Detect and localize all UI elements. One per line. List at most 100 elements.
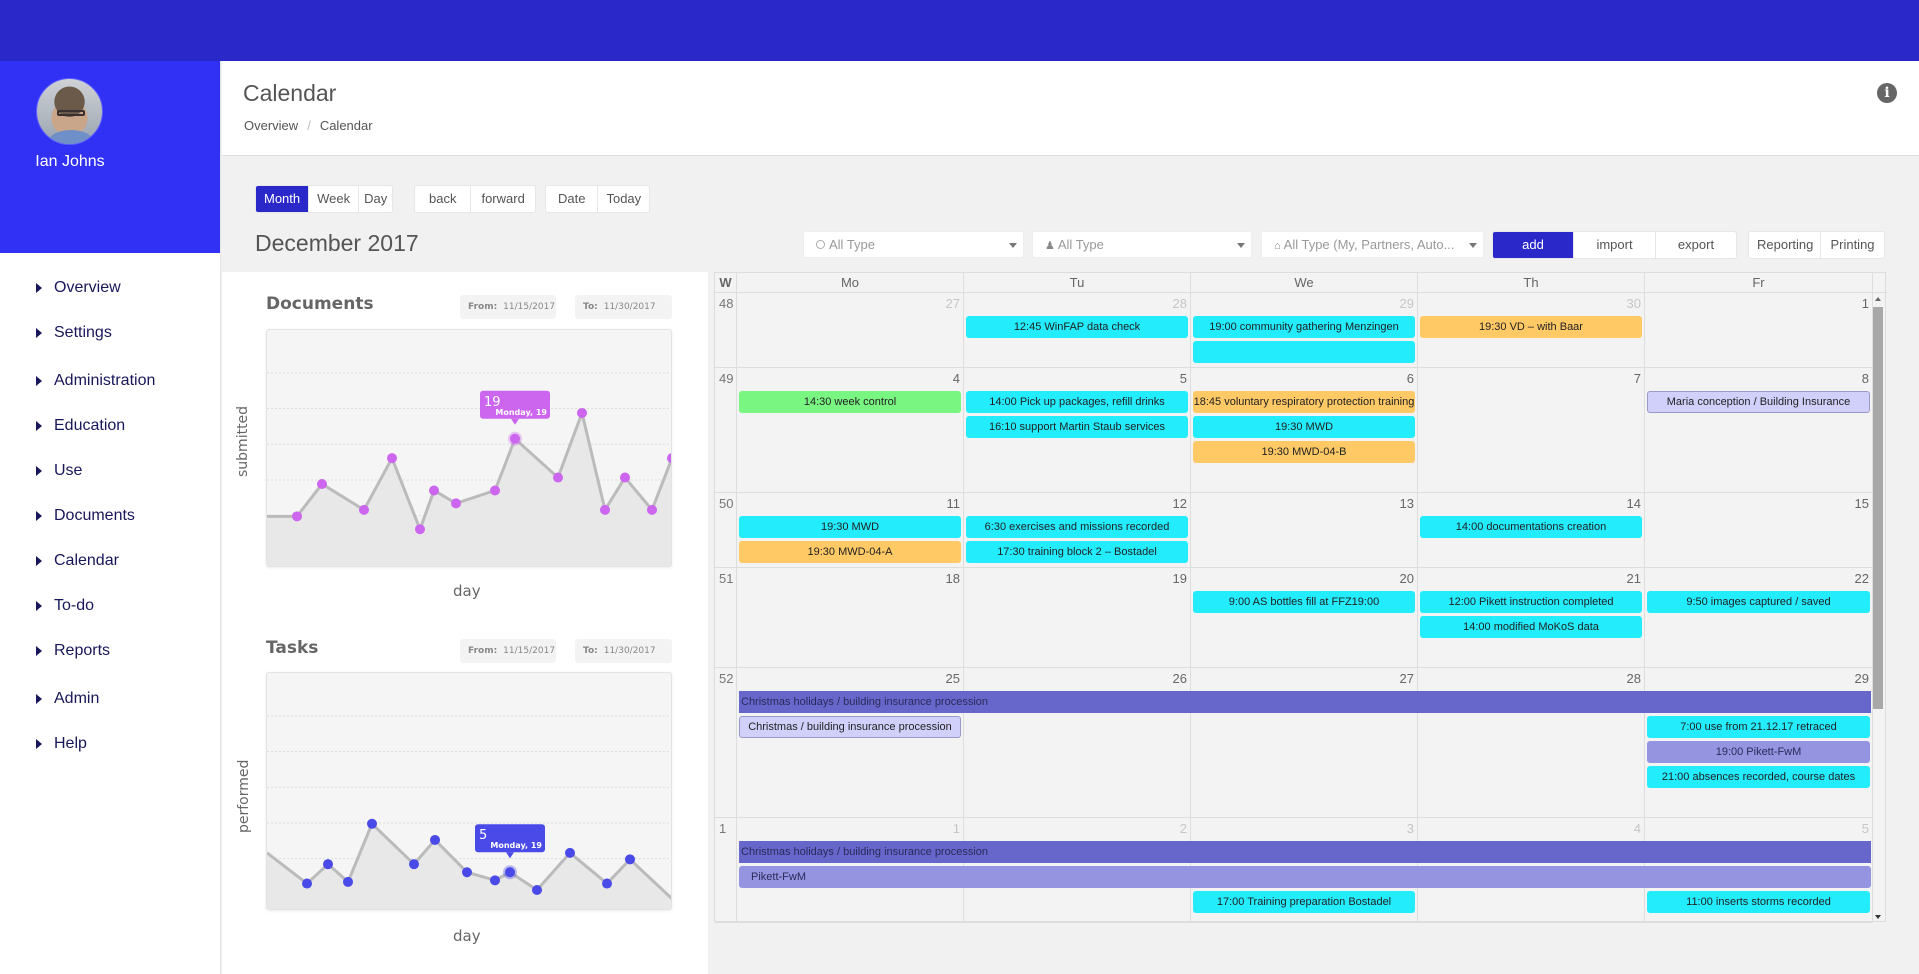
day-cell[interactable]: 19 xyxy=(964,568,1191,667)
calendar-event[interactable]: 19:30 MWD xyxy=(739,516,961,538)
data-point[interactable] xyxy=(343,876,353,887)
calendar-event[interactable]: 17:00 Training preparation Bostadel xyxy=(1193,891,1415,913)
day-cell[interactable]: 15 xyxy=(1645,493,1873,567)
calendar-event[interactable] xyxy=(1193,341,1415,363)
data-point[interactable] xyxy=(600,504,610,515)
data-point[interactable] xyxy=(462,867,472,878)
calendar-event[interactable]: Christmas holidays / building insurance … xyxy=(739,691,1871,713)
day-cell[interactable]: 13 xyxy=(1191,493,1418,567)
from-date-field[interactable]: From: 11/15/2017 xyxy=(460,639,556,663)
sidebar-item-calendar[interactable]: Calendar xyxy=(0,538,220,583)
calendar-event[interactable]: 9:50 images captured / saved xyxy=(1647,591,1870,613)
day-cell[interactable]: 18 xyxy=(737,568,964,667)
import-button[interactable]: import xyxy=(1574,232,1656,258)
sidebar-item-documents[interactable]: Documents xyxy=(0,493,220,538)
day-cell[interactable]: 4 xyxy=(737,368,964,492)
day-cell[interactable]: 27 xyxy=(737,293,964,367)
calendar-event[interactable]: 19:30 MWD xyxy=(1193,416,1415,438)
type-filter-2[interactable]: ♟ All Type xyxy=(1032,231,1252,258)
day-view-button[interactable]: Day xyxy=(359,186,392,212)
type-filter-1[interactable]: All Type xyxy=(803,231,1024,258)
data-point[interactable] xyxy=(620,472,630,483)
data-point[interactable] xyxy=(553,472,563,483)
calendar-event[interactable]: 16:10 support Martin Staub services xyxy=(966,416,1188,438)
data-point[interactable] xyxy=(667,453,672,464)
data-point[interactable] xyxy=(317,479,327,490)
printing-button[interactable]: Printing xyxy=(1821,232,1884,258)
date-button[interactable]: Date xyxy=(546,186,599,212)
calendar-event[interactable]: 18:45 voluntary respiratory protection t… xyxy=(1193,391,1415,413)
calendar-event[interactable]: 19:30 VD – with Baar xyxy=(1420,316,1642,338)
calendar-event[interactable]: 14:00 Pick up packages, refill drinks xyxy=(966,391,1188,413)
avatar[interactable] xyxy=(36,78,103,145)
month-view-button[interactable]: Month xyxy=(256,186,310,212)
data-point[interactable] xyxy=(302,878,312,889)
week-view-button[interactable]: Week xyxy=(309,186,360,212)
data-point[interactable] xyxy=(430,834,440,845)
data-point[interactable] xyxy=(429,485,439,496)
calendar-event[interactable]: 9:00 AS bottles fill at FFZ19:00 xyxy=(1193,591,1415,613)
from-date-field[interactable]: From: 11/15/2017 xyxy=(460,295,556,319)
data-point[interactable] xyxy=(415,524,425,535)
sidebar-item-admin[interactable]: Admin xyxy=(0,676,220,721)
export-button[interactable]: export xyxy=(1656,232,1736,258)
breadcrumb-overview[interactable]: Overview xyxy=(244,118,298,133)
data-point[interactable] xyxy=(323,859,333,870)
calendar-event[interactable]: 17:30 training block 2 – Bostadel xyxy=(966,541,1188,563)
day-cell[interactable]: 22 xyxy=(1645,568,1873,667)
calendar-event[interactable]: Christmas / building insurance processio… xyxy=(739,716,961,738)
data-point[interactable] xyxy=(602,878,612,889)
calendar-event[interactable]: 19:00 community gathering Menzingen xyxy=(1193,316,1415,338)
calendar-event[interactable]: 21:00 absences recorded, course dates xyxy=(1647,766,1870,788)
data-point[interactable] xyxy=(490,485,500,496)
data-point[interactable] xyxy=(292,511,302,522)
data-point[interactable] xyxy=(647,504,657,515)
data-point[interactable] xyxy=(625,854,635,865)
data-point[interactable] xyxy=(505,867,515,878)
calendar-event[interactable]: Maria conception / Building Insurance xyxy=(1647,391,1870,413)
day-cell[interactable]: 20 xyxy=(1191,568,1418,667)
sidebar-item-education[interactable]: Education xyxy=(0,403,220,448)
sidebar-item-reports[interactable]: Reports xyxy=(0,628,220,673)
reporting-button[interactable]: Reporting xyxy=(1749,232,1821,258)
sidebar-item-to-do[interactable]: To-do xyxy=(0,583,220,628)
data-point[interactable] xyxy=(532,885,542,896)
sidebar-item-administration[interactable]: Administration xyxy=(0,358,220,403)
sidebar-item-overview[interactable]: Overview xyxy=(0,265,220,310)
scroll-down-icon[interactable] xyxy=(1875,915,1881,919)
day-cell[interactable]: 7 xyxy=(1418,368,1645,492)
data-point[interactable] xyxy=(490,875,500,886)
calendar-event[interactable]: 14:30 week control xyxy=(739,391,961,413)
calendar-event[interactable]: 19:00 Pikett-FwM xyxy=(1647,741,1870,763)
day-cell[interactable]: 8 xyxy=(1645,368,1873,492)
calendar-event[interactable]: Christmas holidays / building insurance … xyxy=(739,841,1871,863)
data-point[interactable] xyxy=(359,504,369,515)
info-icon[interactable]: i xyxy=(1877,83,1897,103)
sidebar-item-help[interactable]: Help xyxy=(0,721,220,766)
data-point[interactable] xyxy=(451,498,461,509)
add-button[interactable]: add xyxy=(1493,232,1574,258)
data-point[interactable] xyxy=(565,847,575,858)
data-point[interactable] xyxy=(577,407,587,418)
calendar-event[interactable]: 14:00 modified MoKoS data xyxy=(1420,616,1642,638)
sidebar-item-settings[interactable]: Settings xyxy=(0,310,220,355)
sidebar-item-use[interactable]: Use xyxy=(0,448,220,493)
data-point[interactable] xyxy=(367,818,377,829)
to-date-field[interactable]: To: 11/30/2017 xyxy=(575,295,672,319)
calendar-event[interactable]: 19:30 MWD-04-B xyxy=(1193,441,1415,463)
calendar-event[interactable]: 7:00 use from 21.12.17 retraced xyxy=(1647,716,1870,738)
forward-button[interactable]: forward xyxy=(471,186,534,212)
back-button[interactable]: back xyxy=(415,186,472,212)
data-point[interactable] xyxy=(387,453,397,464)
calendar-scrollbar[interactable] xyxy=(1873,297,1883,919)
type-filter-3[interactable]: ⌂ All Type (My, Partners, Auto... xyxy=(1261,231,1484,258)
calendar-event[interactable]: 12:45 WinFAP data check xyxy=(966,316,1188,338)
calendar-event[interactable]: 11:00 inserts storms recorded xyxy=(1647,891,1870,913)
calendar-event[interactable]: 19:30 MWD-04-A xyxy=(739,541,961,563)
calendar-event[interactable]: 14:00 documentations creation xyxy=(1420,516,1642,538)
calendar-event[interactable]: 12:00 Pikett instruction completed xyxy=(1420,591,1642,613)
data-point[interactable] xyxy=(409,859,419,870)
scrollbar-thumb[interactable] xyxy=(1873,307,1883,709)
scroll-up-icon[interactable] xyxy=(1875,297,1881,301)
day-cell[interactable]: 1 xyxy=(1645,293,1873,367)
